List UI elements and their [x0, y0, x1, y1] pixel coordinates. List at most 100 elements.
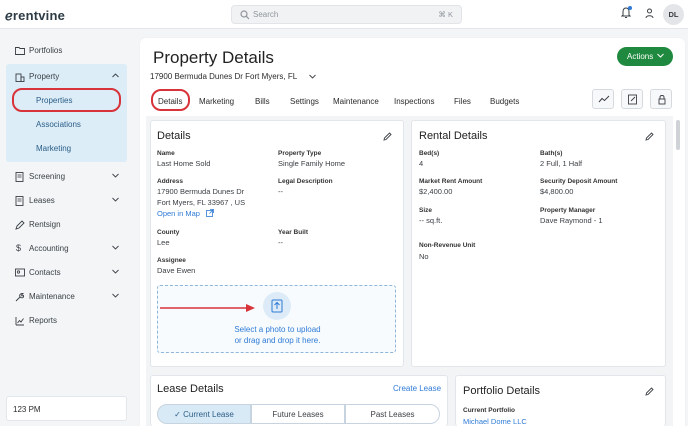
- lease-details-title: Lease Details: [157, 383, 224, 395]
- county-value: Lee: [157, 238, 170, 247]
- year-built-value: --: [278, 238, 283, 247]
- name-value: Last Home Sold: [157, 159, 211, 168]
- sidebar-item-label: Accounting: [29, 244, 69, 253]
- building-icon: [15, 73, 25, 82]
- open-in-map-link[interactable]: Open in Map: [157, 209, 214, 219]
- property-address[interactable]: 17900 Bermuda Dunes Dr Fort Myers, FL: [150, 72, 297, 81]
- scrollbar[interactable]: [676, 120, 680, 150]
- current-portfolio-label: Current Portfolio: [463, 407, 515, 414]
- sidebar-item-accounting[interactable]: $ Accounting: [6, 238, 127, 260]
- sidebar-item-label: Reports: [29, 316, 58, 325]
- highlight-properties: [12, 88, 121, 112]
- create-lease-link[interactable]: Create Lease: [393, 384, 441, 394]
- edit-document-button[interactable]: [621, 89, 643, 109]
- folder-icon: [15, 47, 25, 55]
- address-line2: Fort Myers, FL 33967 , US: [157, 198, 246, 207]
- property-manager-value: Dave Raymond - 1: [540, 216, 603, 225]
- sidebar-item-leases[interactable]: Leases: [6, 190, 127, 212]
- document-icon: [15, 196, 24, 206]
- size-label: Size: [419, 207, 433, 214]
- document-icon: [15, 172, 24, 182]
- upload-text-line1: Select a photo to upload: [234, 325, 321, 334]
- chevron-down-icon: [657, 53, 664, 58]
- search-shortcut: ⌘ K: [438, 10, 453, 19]
- county-label: County: [157, 229, 180, 236]
- sidebar-item-rentsign[interactable]: Rentsign: [6, 214, 127, 236]
- rentvine-logo[interactable]: ℯrentvine: [5, 8, 65, 24]
- time-display: 123 PM: [6, 396, 127, 421]
- bell-icon[interactable]: [620, 6, 632, 21]
- sidebar: Portfolios Property Properties Associati…: [0, 29, 137, 426]
- check-icon: ✓: [174, 410, 184, 419]
- tab-budgets[interactable]: Budgets: [490, 97, 519, 106]
- chevron-down-icon[interactable]: [309, 74, 316, 79]
- rental-details-title: Rental Details: [419, 130, 488, 142]
- notification-dot: [628, 6, 632, 10]
- non-revenue-label: Non-Revenue Unit: [419, 242, 476, 249]
- sidebar-item-portfolios[interactable]: Portfolios: [6, 40, 127, 62]
- tab-current-lease[interactable]: ✓ Current Lease: [157, 404, 251, 424]
- sidebar-subitem-associations[interactable]: Associations: [36, 120, 81, 129]
- photo-upload-dropzone[interactable]: Select a photo to upload or drag and dro…: [157, 285, 396, 353]
- lock-button[interactable]: [650, 89, 672, 109]
- trend-chart-button[interactable]: [592, 89, 614, 109]
- address-line1: 17900 Bermuda Dunes Dr: [157, 187, 245, 196]
- tab-future-leases[interactable]: Future Leases: [251, 404, 345, 424]
- tab-past-leases[interactable]: Past Leases: [345, 404, 440, 424]
- sidebar-item-property[interactable]: Property: [6, 66, 127, 88]
- sidebar-item-label: Leases: [29, 196, 55, 205]
- search-icon: [240, 10, 250, 20]
- tab-files[interactable]: Files: [454, 97, 471, 106]
- contact-card-icon: [15, 268, 25, 277]
- sidebar-item-contacts[interactable]: Contacts: [6, 262, 127, 284]
- size-value: -- sq.ft.: [419, 216, 443, 225]
- sidebar-item-screening[interactable]: Screening: [6, 166, 127, 188]
- chevron-down-icon: [112, 269, 119, 274]
- sidebar-item-reports[interactable]: Reports: [6, 310, 127, 332]
- security-deposit-label: Security Deposit Amount: [540, 178, 618, 185]
- tab-settings[interactable]: Settings: [290, 97, 319, 106]
- baths-value: 2 Full, 1 Half: [540, 159, 583, 168]
- sidebar-item-label: Contacts: [29, 268, 61, 277]
- search-box[interactable]: Search ⌘ K: [231, 5, 462, 24]
- baths-label: Bath(s): [540, 150, 563, 157]
- user-avatar[interactable]: DL: [663, 4, 684, 25]
- assignee-value: Dave Ewen: [157, 266, 196, 275]
- chart-icon: [15, 317, 24, 326]
- property-type-label: Property Type: [278, 150, 322, 157]
- legal-description-label: Legal Description: [278, 178, 333, 185]
- sidebar-item-label: Property: [29, 72, 60, 81]
- sidebar-item-maintenance[interactable]: Maintenance: [6, 286, 127, 308]
- top-bar: ℯrentvine Search ⌘ K DL: [0, 0, 688, 29]
- pencil-icon[interactable]: [383, 132, 392, 141]
- actions-button[interactable]: Actions: [617, 47, 673, 66]
- beds-value: 4: [419, 159, 424, 168]
- external-link-icon: [206, 209, 214, 217]
- wrench-icon: [15, 292, 25, 302]
- sidebar-item-label: Portfolios: [29, 46, 63, 55]
- tab-maintenance[interactable]: Maintenance: [333, 97, 379, 106]
- sidebar-subitem-marketing[interactable]: Marketing: [36, 144, 71, 153]
- search-placeholder: Search: [253, 10, 279, 19]
- non-revenue-value: No: [419, 252, 429, 261]
- security-deposit-value: $4,800.00: [540, 187, 574, 196]
- market-rent-label: Market Rent Amount: [419, 178, 483, 185]
- current-portfolio-link[interactable]: Michael Dome LLC: [463, 417, 527, 426]
- chevron-down-icon: [112, 245, 119, 250]
- pencil-icon[interactable]: [645, 132, 654, 141]
- tab-inspections[interactable]: Inspections: [394, 97, 434, 106]
- upload-icon: [271, 299, 283, 313]
- portfolio-details-title: Portfolio Details: [463, 385, 541, 397]
- property-type-value: Single Family Home: [278, 159, 346, 168]
- segment-label: Current Lease: [183, 410, 234, 419]
- tab-marketing[interactable]: Marketing: [199, 97, 234, 106]
- pen-icon: [15, 220, 25, 230]
- highlight-details-tab: [151, 89, 190, 111]
- tab-bills[interactable]: Bills: [255, 97, 270, 106]
- open-in-map-label: Open in Map: [157, 209, 200, 218]
- upload-icon-circle: [263, 292, 291, 320]
- name-label: Name: [157, 150, 175, 157]
- person-icon[interactable]: [645, 8, 654, 21]
- pencil-icon[interactable]: [645, 387, 654, 396]
- red-arrow-annotation: [160, 304, 255, 312]
